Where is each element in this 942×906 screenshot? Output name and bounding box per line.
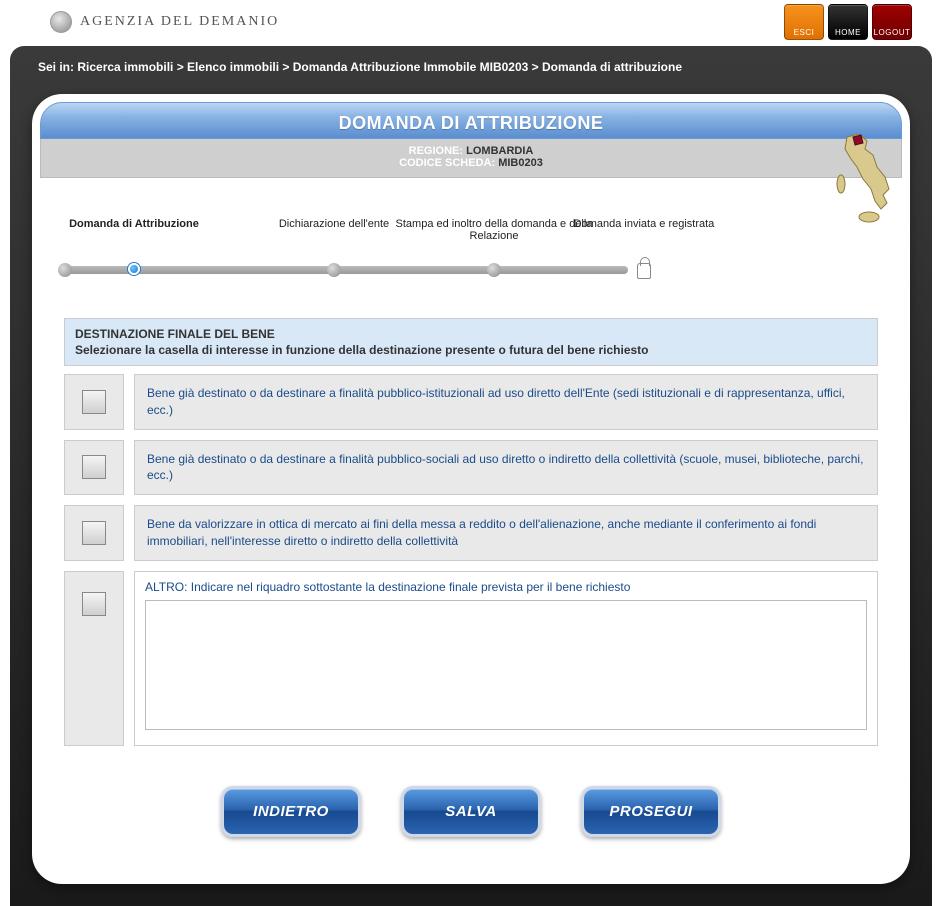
main-frame: Sei in: Ricerca immobili > Elenco immobi… — [10, 46, 932, 906]
wizard-step-4: Domanda inviata e registrata — [564, 218, 724, 230]
wizard-step-2: Dichiarazione dell'ente — [254, 218, 414, 230]
page-header: DOMANDA DI ATTRIBUZIONE — [40, 102, 902, 139]
section-title: DESTINAZIONE FINALE DEL BENE — [75, 327, 867, 341]
option-check-cell — [64, 374, 124, 430]
region-value: LOMBARDIA — [466, 145, 533, 157]
brand-name: AGENZIA DEL DEMANIO — [80, 14, 279, 30]
next-button[interactable]: PROSEGUI — [581, 786, 721, 837]
option-row-2: Bene già destinato o da destinare a fina… — [64, 440, 878, 496]
option-4-checkbox[interactable] — [82, 592, 106, 616]
top-bar: AGENZIA DEL DEMANIO ESCI HOME LOGOUT — [0, 0, 942, 46]
option-1-text: Bene già destinato o da destinare a fina… — [134, 374, 878, 430]
option-3-checkbox[interactable] — [82, 521, 106, 545]
content-panel: DOMANDA DI ATTRIBUZIONE REGIONE: LOMBARD… — [32, 94, 910, 884]
nav-buttons: ESCI HOME LOGOUT — [784, 4, 912, 40]
brand-emblem-icon — [50, 11, 72, 33]
back-button[interactable]: INDIETRO — [221, 786, 361, 837]
option-2-text: Bene già destinato o da destinare a fina… — [134, 440, 878, 496]
code-label: CODICE SCHEDA: — [399, 157, 495, 169]
region-label: REGIONE: — [409, 145, 463, 157]
button-row: INDIETRO SALVA PROSEGUI — [64, 786, 878, 837]
lock-icon — [637, 263, 651, 279]
option-row-1: Bene già destinato o da destinare a fina… — [64, 374, 878, 430]
esci-button[interactable]: ESCI — [784, 4, 824, 40]
wizard: Domanda di Attribuzione Dichiarazione de… — [64, 218, 878, 288]
code-value: MIB0203 — [498, 157, 543, 169]
option-check-cell — [64, 440, 124, 496]
wizard-dot-active-icon — [128, 263, 140, 275]
option-3-text: Bene da valorizzare in ottica di mercato… — [134, 505, 878, 561]
save-button[interactable]: SALVA — [401, 786, 541, 837]
option-4-label: ALTRO: Indicare nel riquadro sottostante… — [145, 580, 867, 594]
breadcrumb: Sei in: Ricerca immobili > Elenco immobi… — [10, 46, 932, 84]
content-area: Domanda di Attribuzione Dichiarazione de… — [40, 178, 902, 857]
page-title: DOMANDA DI ATTRIBUZIONE — [41, 113, 901, 134]
wizard-bar — [64, 266, 628, 274]
section-description: Selezionare la casella di interesse in f… — [75, 343, 867, 357]
altro-textarea[interactable] — [145, 600, 867, 730]
home-button[interactable]: HOME — [828, 4, 868, 40]
wizard-dot-icon — [327, 263, 341, 277]
option-4-cell: ALTRO: Indicare nel riquadro sottostante… — [134, 571, 878, 746]
option-check-cell — [64, 505, 124, 561]
option-row-4: ALTRO: Indicare nel riquadro sottostante… — [64, 571, 878, 746]
sub-header: REGIONE: LOMBARDIA CODICE SCHEDA: MIB020… — [40, 139, 902, 178]
brand: AGENZIA DEL DEMANIO — [50, 11, 279, 33]
option-row-3: Bene da valorizzare in ottica di mercato… — [64, 505, 878, 561]
option-1-checkbox[interactable] — [82, 390, 106, 414]
wizard-dot-icon — [487, 263, 501, 277]
option-2-checkbox[interactable] — [82, 455, 106, 479]
wizard-step-1: Domanda di Attribuzione — [54, 218, 214, 230]
section-header: DESTINAZIONE FINALE DEL BENE Selezionare… — [64, 318, 878, 366]
option-check-cell — [64, 571, 124, 746]
logout-button[interactable]: LOGOUT — [872, 4, 912, 40]
